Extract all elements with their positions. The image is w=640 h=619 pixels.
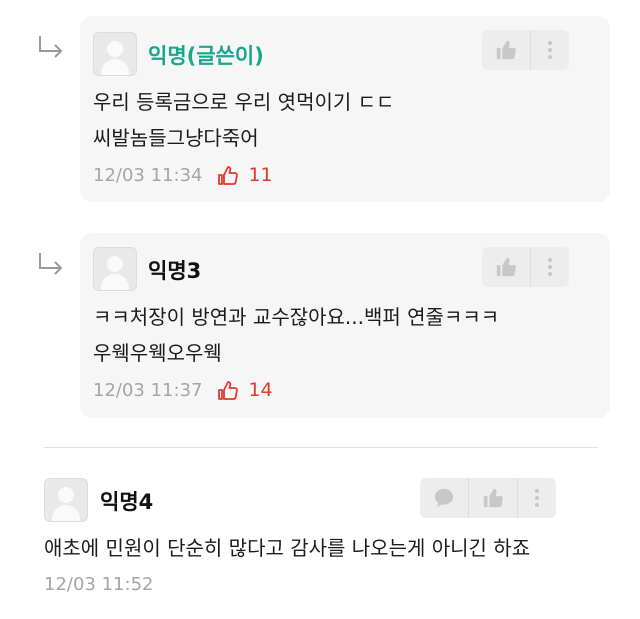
comment-meta: 12/03 11:52 — [44, 574, 153, 595]
like-count-value: 11 — [248, 164, 273, 186]
comment-actions — [420, 478, 556, 518]
avatar — [44, 478, 88, 522]
comment-meta: 12/03 11:37 14 — [93, 379, 273, 401]
thumbs-up-icon — [483, 488, 503, 508]
more-vertical-icon — [535, 489, 539, 507]
like-count-value: 14 — [248, 379, 273, 401]
like-count: 11 — [216, 164, 273, 186]
thumbs-up-icon — [496, 257, 516, 277]
more-vertical-icon — [548, 258, 552, 276]
heart-like-icon — [218, 166, 239, 185]
more-button[interactable] — [530, 30, 569, 70]
like-button[interactable] — [482, 30, 530, 70]
reply-comment-card: 익명(글쓴이) 우리 등록금으로 우리 엿먹이기 ㄷㄷ 씨발놈들그냥다죽어 12… — [80, 16, 610, 202]
like-count: 14 — [216, 379, 273, 401]
comment-author: 익명3 — [148, 259, 202, 283]
more-button[interactable] — [517, 478, 556, 518]
comment-actions — [482, 247, 569, 287]
avatar — [93, 32, 137, 76]
reply-button[interactable] — [420, 478, 468, 518]
comment-timestamp: 12/03 11:34 — [93, 164, 203, 186]
more-button[interactable] — [530, 247, 569, 287]
more-vertical-icon — [548, 41, 552, 59]
speech-bubble-icon — [434, 488, 454, 508]
like-button[interactable] — [468, 478, 517, 518]
comment-text-line: ㅋㅋ처장이 방연과 교수잖아요...백퍼 연줄ㅋㅋㅋ — [93, 305, 500, 329]
comment-actions — [482, 30, 569, 70]
reply-comment-card: 익명3 ㅋㅋ처장이 방연과 교수잖아요...백퍼 연줄ㅋㅋㅋ 우웩우웩오우웩 1… — [80, 233, 610, 418]
comment-timestamp: 12/03 11:37 — [93, 379, 203, 401]
comment-text-line: 우리 등록금으로 우리 엿먹이기 ㄷㄷ — [93, 90, 395, 114]
reply-arrow-icon — [39, 36, 63, 58]
thumbs-up-icon — [496, 40, 516, 60]
comment-timestamp: 12/03 11:52 — [44, 574, 154, 595]
reply-arrow-icon — [39, 253, 63, 275]
like-button[interactable] — [482, 247, 530, 287]
comment-author: 익명(글쓴이) — [148, 44, 264, 68]
comment-text-line: 애초에 민원이 단순히 많다고 감사를 나오는게 아니긴 하죠 — [44, 536, 531, 560]
comment-meta: 12/03 11:34 11 — [93, 164, 273, 186]
heart-like-icon — [218, 381, 239, 400]
comment-text-line: 씨발놈들그냥다죽어 — [93, 126, 259, 150]
avatar — [93, 247, 137, 291]
comment-text-line: 우웩우웩오우웩 — [93, 341, 222, 365]
divider — [44, 447, 598, 448]
comment-author: 익명4 — [100, 490, 154, 514]
